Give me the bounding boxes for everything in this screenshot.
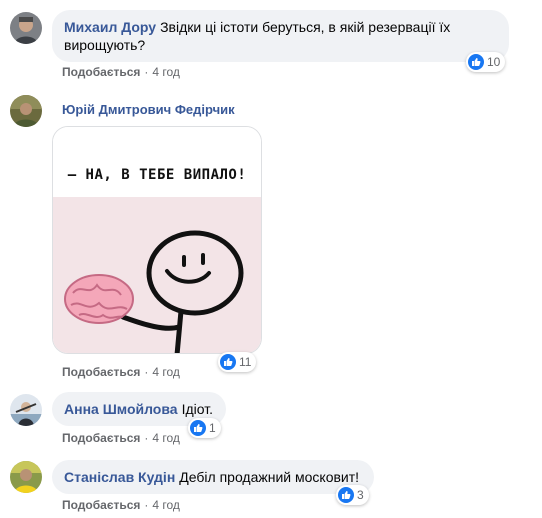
thumbs-up-icon [190,420,206,436]
reaction-count-badge[interactable]: 10 [466,52,506,72]
timestamp[interactable]: 4 год [152,365,180,379]
comment-bubble: Михаил Дору Звідки ці істоти беруться, в … [52,10,509,62]
comment-bubble: Станіслав Кудін Дебіл продажний московит! [52,460,374,494]
avatar-photo-icon [10,95,42,127]
like-link[interactable]: Подобається [62,65,140,79]
timestamp[interactable]: 4 год [152,431,180,445]
avatar[interactable] [10,461,42,493]
thumbs-up-icon [468,54,484,70]
thumbs-up-icon [338,487,354,503]
separator: · [144,65,149,79]
comment-text: Дебіл продажний московит! [179,469,360,485]
reaction-count: 10 [487,55,501,69]
reaction-count: 11 [239,355,252,369]
separator: · [144,498,149,512]
reaction-count-badge[interactable]: 3 [336,485,369,505]
like-link[interactable]: Подобається [62,498,140,512]
stick-figure-brain-drawing [64,230,244,353]
comment-meta: Подобається · 4 год [62,430,180,446]
comment-author[interactable]: Анна Шмойлова [64,401,178,417]
avatar[interactable] [10,95,42,127]
avatar[interactable] [10,12,42,44]
comment-meta: Подобається · 4 год [62,497,180,513]
comment-author[interactable]: Станіслав Кудін [64,469,175,485]
like-link[interactable]: Подобається [62,365,140,379]
comment-author[interactable]: Юрій Дмитрович Федірчик [62,101,235,119]
avatar[interactable] [10,394,42,426]
timestamp[interactable]: 4 год [152,498,180,512]
separator: · [144,365,149,379]
separator: · [144,431,149,445]
avatar-photo-icon [10,394,42,426]
comment-author[interactable]: Михаил Дору [64,19,156,35]
reaction-count-badge[interactable]: 11 [218,352,257,372]
like-link[interactable]: Подобається [62,431,140,445]
timestamp[interactable]: 4 год [152,65,180,79]
comment-meta: Подобається · 4 год [62,64,180,80]
avatar-photo-icon [10,12,42,44]
thumbs-up-icon [220,354,236,370]
comment-text: Ідіот. [181,401,213,417]
reaction-count: 1 [209,421,216,435]
avatar-photo-icon [10,461,42,493]
comment-meta: Подобається · 4 год [62,364,180,380]
reaction-count: 3 [357,488,364,502]
meme-image[interactable]: — НА, В ТЕБЕ ВИПАЛО! [52,126,262,354]
reaction-count-badge[interactable]: 1 [188,418,221,438]
